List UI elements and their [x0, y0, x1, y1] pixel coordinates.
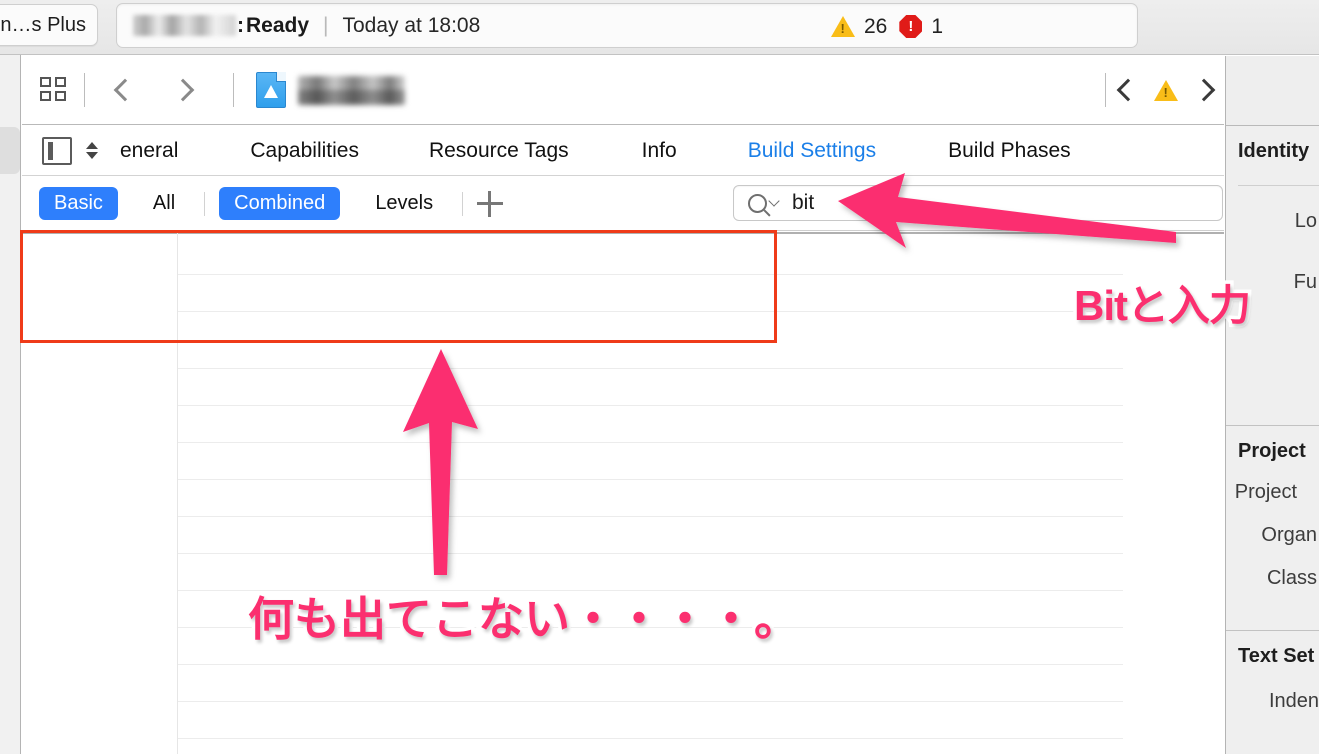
bit-input-note: Bitと入力 [1071, 279, 1255, 333]
divider [1238, 185, 1319, 186]
target-list-icon[interactable] [42, 136, 72, 165]
divider [233, 73, 234, 107]
inspector-section-text-settings-title: Text Set [1238, 645, 1315, 667]
row-separator [178, 274, 1123, 275]
tab-build-settings[interactable]: Build Settings [748, 139, 876, 163]
row-separator [178, 405, 1123, 406]
inspector-label-location: Lo [1294, 210, 1317, 232]
row-separator [178, 311, 1123, 312]
status-time: Today at 18:08 [342, 13, 481, 37]
issue-navigation-group [1105, 73, 1216, 107]
warning-count: 26 [863, 14, 888, 38]
divider [462, 191, 464, 216]
tab-info[interactable]: Info [642, 139, 677, 163]
inspector-label-class-prefix: Class [1266, 567, 1317, 589]
divider [204, 191, 206, 216]
inspector-section-identity-title: Identity [1238, 140, 1310, 162]
tab-general[interactable]: eneral [120, 139, 178, 163]
chevron-right-icon[interactable] [171, 78, 195, 102]
plus-icon[interactable] [477, 190, 504, 217]
scheme-selector[interactable]: n…s Plus [0, 4, 98, 46]
build-settings-filter-bar: Basic All Combined Levels bit [22, 177, 1224, 231]
xcode-project-icon [256, 72, 286, 108]
navigator-tab-handle[interactable] [0, 127, 20, 174]
search-magnifier-icon [748, 193, 767, 213]
row-separator [178, 368, 1123, 369]
app-window: n…s Plus : Ready | Today at 18:08 26 ! 1 [0, 0, 1319, 754]
filter-all[interactable]: All [138, 187, 190, 220]
chevron-left-icon[interactable] [113, 78, 137, 102]
issue-next-chevron-right-icon[interactable] [1192, 78, 1216, 102]
activity-status-bar: : Ready | Today at 18:08 26 ! 1 [116, 3, 1138, 48]
nothing-appears-note: 何も出てこない・・・・。 [245, 590, 804, 649]
inspector-section-project-title: Project [1238, 440, 1306, 462]
error-count: 1 [931, 14, 943, 38]
jumpbar-project-name-blurred[interactable] [298, 75, 405, 105]
warning-triangle-icon [830, 16, 855, 37]
inspector-top-strip [1225, 56, 1319, 126]
inspector-label-project-format: Project [1234, 481, 1297, 503]
jump-bar [22, 56, 1224, 125]
row-separator [178, 738, 1123, 739]
status-state: Ready [246, 13, 310, 37]
tab-capabilities[interactable]: Capabilities [250, 139, 359, 163]
issue-counters[interactable]: 26 ! 1 [830, 4, 955, 49]
grid-view-icon[interactable] [40, 77, 68, 103]
row-separator [178, 516, 1123, 517]
tab-build-phases[interactable]: Build Phases [948, 139, 1071, 163]
inspector-label-organization: Organ [1261, 524, 1317, 546]
project-name-blurred [133, 15, 236, 36]
utilities-inspector: Identity Lo Fu Project Project Organ Cla… [1225, 126, 1319, 754]
row-separator [178, 479, 1123, 480]
toolbar: n…s Plus : Ready | Today at 18:08 26 ! 1 [0, 0, 1319, 55]
filter-levels[interactable]: Levels [360, 187, 448, 220]
chevron-down-icon[interactable] [768, 195, 780, 207]
search-value: bit [792, 191, 815, 214]
divider [1105, 73, 1106, 107]
divider [84, 73, 85, 107]
filter-basic[interactable]: Basic [39, 187, 118, 220]
row-separator [178, 553, 1123, 554]
row-separator [178, 701, 1123, 702]
issue-prev-chevron-left-icon[interactable] [1116, 78, 1140, 102]
row-separator [178, 664, 1123, 665]
build-settings-table[interactable] [22, 232, 1224, 754]
table-top-border [22, 232, 1224, 234]
stepper-updown-icon[interactable] [86, 142, 98, 159]
row-separator [178, 442, 1123, 443]
tab-resource-tags[interactable]: Resource Tags [429, 139, 569, 163]
filter-combined[interactable]: Combined [219, 187, 341, 220]
warning-triangle-icon[interactable] [1154, 79, 1178, 101]
scheme-label: n…s Plus [0, 13, 86, 36]
search-input[interactable]: bit [733, 185, 1223, 221]
editor-tab-bar: eneral Capabilities Resource Tags Info B… [22, 126, 1224, 176]
inspector-label-indent: Inden [1268, 690, 1319, 712]
status-colon: : [237, 13, 244, 37]
error-octagon-icon: ! [899, 15, 923, 38]
status-divider: | [323, 13, 329, 37]
